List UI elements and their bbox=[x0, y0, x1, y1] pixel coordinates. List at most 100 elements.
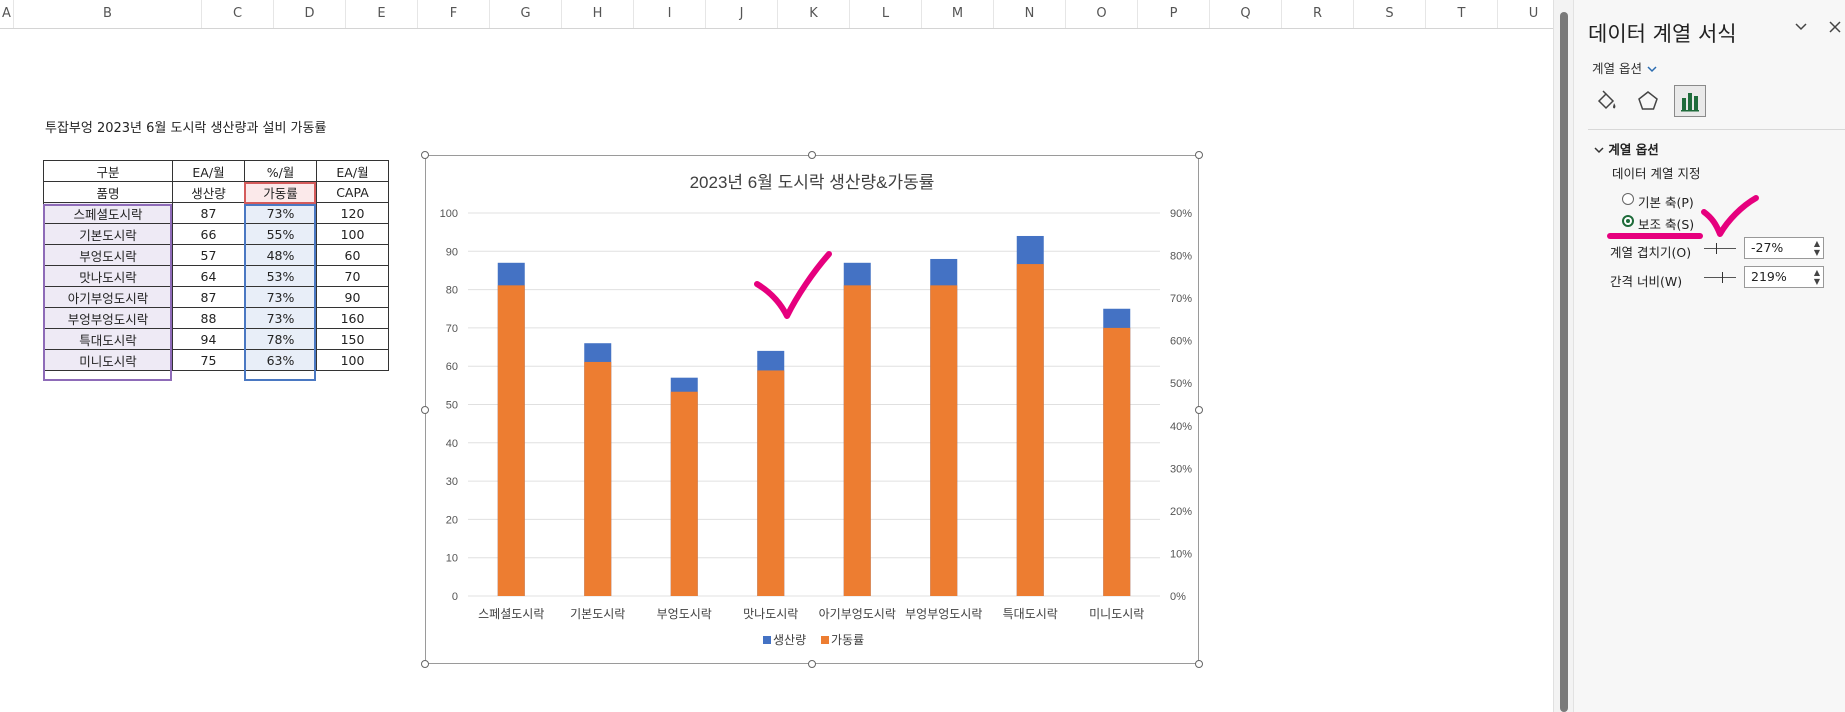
column-header-q[interactable]: Q bbox=[1210, 0, 1282, 28]
table-cell[interactable]: 100 bbox=[316, 223, 389, 245]
fill-line-tab[interactable] bbox=[1590, 85, 1622, 117]
table-cell[interactable]: 73% bbox=[244, 202, 317, 224]
resize-handle[interactable] bbox=[1195, 405, 1203, 414]
primary-axis-radio[interactable] bbox=[1622, 193, 1634, 205]
resize-handle[interactable] bbox=[808, 151, 816, 159]
column-header-i[interactable]: I bbox=[634, 0, 706, 28]
table-cell[interactable]: 기본도시락 bbox=[43, 223, 173, 245]
column-header-e[interactable]: E bbox=[346, 0, 418, 28]
table-cell[interactable]: 78% bbox=[244, 328, 317, 350]
table-cell[interactable]: 160 bbox=[316, 307, 389, 329]
bar-utilization[interactable] bbox=[843, 285, 871, 596]
table-cell[interactable]: 맛나도시락 bbox=[43, 265, 173, 287]
table-cell[interactable]: 94 bbox=[172, 328, 245, 350]
column-header-t[interactable]: T bbox=[1426, 0, 1498, 28]
table-cell[interactable]: 90 bbox=[316, 286, 389, 308]
table-cell[interactable]: 생산량 bbox=[172, 181, 245, 203]
table-cell[interactable]: 87 bbox=[172, 286, 245, 308]
gap-width-slider[interactable] bbox=[1704, 272, 1736, 283]
table-cell[interactable]: 70 bbox=[316, 265, 389, 287]
table-cell[interactable]: EA/월 bbox=[172, 160, 245, 182]
close-icon[interactable] bbox=[1828, 20, 1842, 38]
table-cell[interactable]: 57 bbox=[172, 244, 245, 266]
primary-axis-label[interactable]: 기본 축(P) bbox=[1638, 192, 1694, 211]
table-cell[interactable]: 미니도시락 bbox=[43, 349, 173, 371]
table-cell[interactable]: 66 bbox=[172, 223, 245, 245]
column-header-g[interactable]: G bbox=[490, 0, 562, 28]
table-cell[interactable]: 60 bbox=[316, 244, 389, 266]
table-cell[interactable]: 120 bbox=[316, 202, 389, 224]
table-cell[interactable]: 부엉도시락 bbox=[43, 244, 173, 266]
bar-utilization[interactable] bbox=[670, 391, 698, 596]
table-cell[interactable]: 부엉부엉도시락 bbox=[43, 307, 173, 329]
table-cell[interactable]: 아기부엉도시락 bbox=[43, 286, 173, 308]
column-header-h[interactable]: H bbox=[562, 0, 634, 28]
spinner-arrows-icon[interactable]: ▲ ▼ bbox=[1814, 268, 1820, 286]
column-header-b[interactable]: B bbox=[14, 0, 202, 28]
table-cell[interactable]: 스페셜도시락 bbox=[43, 202, 173, 224]
combo-bar-chart[interactable]: 2023년 6월 도시락 생산량&가동률 0 10 20 30 40 50 60 70 80 90 1… bbox=[426, 156, 1198, 663]
scrollbar-thumb[interactable] bbox=[1560, 12, 1568, 712]
table-cell[interactable]: 구분 bbox=[43, 160, 173, 182]
series-options-section-header[interactable]: 계열 옵션 bbox=[1594, 139, 1659, 158]
vertical-scrollbar[interactable] bbox=[1553, 0, 1574, 712]
column-header-m[interactable]: M bbox=[922, 0, 994, 28]
resize-handle[interactable] bbox=[421, 660, 429, 668]
column-header-p[interactable]: P bbox=[1138, 0, 1210, 28]
secondary-axis-radio[interactable] bbox=[1622, 215, 1634, 227]
gap-width-spinner[interactable]: 219% ▲ ▼ bbox=[1744, 266, 1824, 288]
bar-utilization[interactable] bbox=[757, 370, 785, 596]
table-cell[interactable]: EA/월 bbox=[316, 160, 389, 182]
bar-utilization[interactable] bbox=[1016, 264, 1044, 596]
table-cell[interactable]: 품명 bbox=[43, 181, 173, 203]
table-cell[interactable]: 53% bbox=[244, 265, 317, 287]
column-header-r[interactable]: R bbox=[1282, 0, 1354, 28]
table-cell[interactable]: 87 bbox=[172, 202, 245, 224]
column-header-n[interactable]: N bbox=[994, 0, 1066, 28]
column-header-o[interactable]: O bbox=[1066, 0, 1138, 28]
series-options-tab[interactable] bbox=[1674, 85, 1706, 117]
table-cell[interactable]: %/월 bbox=[244, 160, 317, 182]
column-header-k[interactable]: K bbox=[778, 0, 850, 28]
gap-width-value[interactable]: 219% bbox=[1751, 269, 1787, 284]
bar-utilization[interactable] bbox=[930, 285, 958, 596]
slider-knob[interactable] bbox=[1722, 272, 1723, 283]
resize-handle[interactable] bbox=[421, 405, 429, 414]
table-cell[interactable]: 88 bbox=[172, 307, 245, 329]
table-cell[interactable]: 48% bbox=[244, 244, 317, 266]
table-cell[interactable]: 73% bbox=[244, 286, 317, 308]
table-cell[interactable]: 특대도시락 bbox=[43, 328, 173, 350]
series-overlap-slider[interactable] bbox=[1704, 243, 1736, 254]
bar-utilization[interactable] bbox=[497, 285, 525, 596]
table-cell[interactable]: 100 bbox=[316, 349, 389, 371]
column-header-j[interactable]: J bbox=[706, 0, 778, 28]
effects-tab[interactable] bbox=[1632, 85, 1664, 117]
secondary-axis-label[interactable]: 보조 축(S) bbox=[1638, 214, 1694, 233]
table-cell[interactable]: 55% bbox=[244, 223, 317, 245]
column-header-a[interactable]: A bbox=[0, 0, 14, 28]
sheet-title-cell[interactable]: 투잡부엉 2023년 6월 도시락 생산량과 설비 가동률 bbox=[45, 117, 326, 136]
series-options-dropdown[interactable]: 계열 옵션 bbox=[1592, 58, 1658, 77]
column-header-d[interactable]: D bbox=[274, 0, 346, 28]
resize-handle[interactable] bbox=[421, 151, 429, 159]
table-cell[interactable]: 75 bbox=[172, 349, 245, 371]
table-cell[interactable]: 63% bbox=[244, 349, 317, 371]
chevron-down-icon[interactable] bbox=[1794, 20, 1808, 38]
series-overlap-spinner[interactable]: -27% ▲ ▼ bbox=[1744, 237, 1824, 259]
spinner-arrows-icon[interactable]: ▲ ▼ bbox=[1814, 239, 1820, 257]
resize-handle[interactable] bbox=[1195, 660, 1203, 668]
slider-knob[interactable] bbox=[1716, 243, 1717, 254]
bar-utilization[interactable] bbox=[584, 361, 612, 596]
table-cell[interactable]: 64 bbox=[172, 265, 245, 287]
table-cell[interactable]: 150 bbox=[316, 328, 389, 350]
column-header-l[interactable]: L bbox=[850, 0, 922, 28]
resize-handle[interactable] bbox=[808, 660, 816, 668]
column-header-c[interactable]: C bbox=[202, 0, 274, 28]
bar-utilization[interactable] bbox=[1103, 327, 1131, 596]
column-header-s[interactable]: S bbox=[1354, 0, 1426, 28]
table-cell[interactable]: 73% bbox=[244, 307, 317, 329]
column-header-f[interactable]: F bbox=[418, 0, 490, 28]
chart-area[interactable]: 2023년 6월 도시락 생산량&가동률 0 10 20 30 40 50 60 70 80 90 1… bbox=[425, 155, 1199, 664]
table-cell[interactable]: CAPA bbox=[316, 181, 389, 203]
resize-handle[interactable] bbox=[1195, 151, 1203, 159]
